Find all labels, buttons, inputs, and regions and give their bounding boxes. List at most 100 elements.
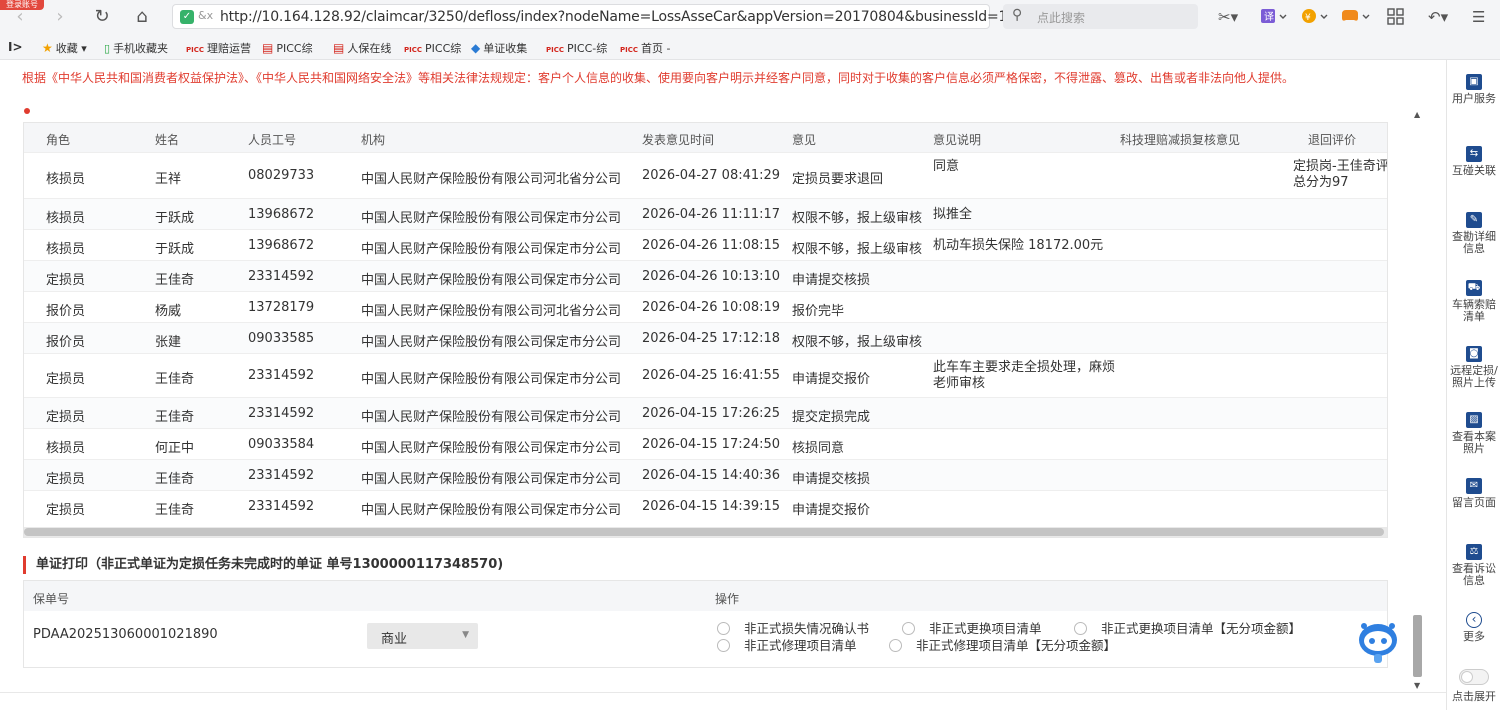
translate-icon[interactable]: 译: [1260, 6, 1290, 28]
cell-opinion: 权限不够，报上级审核: [792, 211, 923, 226]
cut-icon[interactable]: ✂▾: [1218, 6, 1238, 28]
horizontal-scrollbar[interactable]: [24, 527, 1387, 537]
cell-role: 核损员: [46, 441, 86, 456]
cell-opinion: 报价完毕: [792, 304, 845, 319]
scroll-thumb[interactable]: [24, 528, 1384, 536]
option-label: 非正式修理项目清单: [744, 638, 857, 653]
cell-desc: 同意: [933, 159, 960, 174]
camera-icon: ◙: [1466, 346, 1482, 362]
expand-toggle[interactable]: [1459, 669, 1489, 685]
col-action: 操作: [715, 592, 740, 606]
forward-icon[interactable]: ›: [48, 5, 72, 29]
cell-id: 23314592: [248, 468, 315, 483]
bookmark-6[interactable]: ◆ 单证收集: [471, 40, 527, 56]
radio-button[interactable]: [902, 622, 915, 635]
message-icon: ✉: [1466, 478, 1482, 494]
bookmark-8[interactable]: PICC 首页 -: [620, 40, 670, 56]
menu-icon[interactable]: ☰: [1472, 6, 1485, 28]
back-icon[interactable]: ‹: [8, 5, 32, 29]
more-icon: ‹: [1466, 612, 1482, 628]
side-item-label: 查看本案照片: [1452, 430, 1496, 455]
apps-grid-icon[interactable]: [1386, 6, 1406, 28]
bookmark-7[interactable]: PICC PICC-综: [546, 40, 607, 56]
side-item-collision-link[interactable]: ⇆ 互碰关联: [1447, 146, 1500, 177]
doc-icon: ▤: [262, 41, 274, 55]
security-shield-icon[interactable]: ✓: [180, 10, 194, 24]
cell-org: 中国人民财产保险股份有限公司保定市分公司: [361, 335, 622, 350]
search-box[interactable]: ⚲ 点此搜索: [1003, 4, 1198, 29]
scroll-thumb[interactable]: [1413, 615, 1422, 677]
radio-button[interactable]: [889, 639, 902, 652]
cell-name: 王佳奇: [155, 372, 195, 387]
table-row: 定损员 王佳奇 23314592 中国人民财产保险股份有限公司保定市分公司 2026-0…: [24, 353, 1387, 397]
radio-option[interactable]: 非正式修理项目清单【无分项金额】: [889, 635, 1116, 654]
cell-org: 中国人民财产保险股份有限公司保定市分公司: [361, 410, 622, 425]
side-item-label: 更多: [1463, 630, 1485, 643]
cell-role: 定损员: [46, 503, 86, 518]
bookmark-4[interactable]: ▤ 人保在线: [333, 40, 391, 56]
cell-org: 中国人民财产保险股份有限公司保定市分公司: [361, 242, 622, 257]
cell-id: 13728179: [248, 300, 315, 315]
url-text[interactable]: http://10.164.128.92/claimcar/3250/deflo…: [220, 9, 1007, 25]
cell-id: 09033584: [248, 437, 315, 452]
side-item-more[interactable]: ‹ 更多: [1447, 612, 1500, 643]
cell-time: 2026-04-26 11:08:15: [642, 238, 781, 253]
scroll-up-icon[interactable]: ▲: [1414, 110, 1420, 119]
bookmark-label: 首页 -: [641, 42, 671, 55]
cell-role: 核损员: [46, 242, 86, 257]
table-row: 定损员 王佳奇 23314592 中国人民财产保险股份有限公司保定市分公司 2026-0…: [24, 397, 1387, 428]
table-header: 保单号 操作: [24, 581, 1387, 611]
chevron-down-icon: ▼: [462, 630, 469, 640]
radio-button[interactable]: [1074, 622, 1087, 635]
side-item-user-service[interactable]: ▣ 用户服务: [1447, 74, 1500, 105]
home-icon[interactable]: ⌂: [130, 5, 154, 29]
svg-text:¥: ¥: [1305, 13, 1311, 23]
side-item-label: 查勘详细信息: [1452, 230, 1496, 255]
radio-button[interactable]: [717, 639, 730, 652]
vertical-scrollbar[interactable]: ▲ ▼: [1410, 110, 1425, 690]
cell-name: 于跃成: [155, 242, 195, 257]
cell-time: 2026-04-26 10:13:10: [642, 269, 781, 284]
radio-option[interactable]: 非正式修理项目清单: [717, 635, 857, 654]
bookmark-label: 收藏: [55, 42, 78, 55]
side-item-litigation[interactable]: ⚖ 查看诉讼信息: [1447, 544, 1500, 587]
section-marker: [24, 108, 30, 114]
side-item-remote-loss[interactable]: ◙ 远程定损/照片上传: [1447, 346, 1500, 389]
picc-logo-icon: PICC: [186, 46, 205, 54]
side-item-label: 远程定损/照片上传: [1450, 364, 1498, 389]
side-item-case-photos[interactable]: ▨ 查看本案照片: [1447, 412, 1500, 455]
cell-org: 中国人民财产保险股份有限公司保定市分公司: [361, 503, 622, 518]
coin-icon[interactable]: ¥: [1301, 6, 1331, 28]
robot-assistant-icon[interactable]: [1355, 618, 1401, 668]
bookmark-5[interactable]: PICC PICC综: [404, 40, 461, 56]
table-row: 核损员 于跃成 13968672 中国人民财产保险股份有限公司保定市分公司 2026-0…: [24, 198, 1387, 229]
cell-time: 2026-04-25 17:12:18: [642, 331, 781, 346]
radio-button[interactable]: [717, 622, 730, 635]
cell-name: 王佳奇: [155, 503, 195, 518]
undo-icon[interactable]: ↶▾: [1428, 6, 1448, 28]
bookmark-label: 手机收藏夹: [113, 42, 169, 55]
cell-eval: 定损岗-王佳奇评总分为97: [1293, 159, 1388, 190]
scroll-down-icon[interactable]: ▼: [1414, 681, 1420, 690]
sidebar-toggle-icon[interactable]: I>: [8, 40, 23, 54]
insecure-icon: &x: [198, 9, 214, 22]
bookmark-0[interactable]: ★ 收藏 ▾: [42, 40, 87, 56]
game-icon[interactable]: [1340, 6, 1372, 28]
doc-icon: ▤: [333, 41, 345, 55]
side-item-vehicle-claim-list[interactable]: ⛟ 车辆索赔清单: [1447, 280, 1500, 323]
side-item-survey-detail[interactable]: ✎ 查勘详细信息: [1447, 212, 1500, 255]
doc-print-title: 单证打印（非正式单证为定损任务未完成时的单证 单号130000011734857…: [23, 556, 503, 574]
cell-opinion: 申请提交核损: [792, 273, 871, 288]
table-row: 定损员 王佳奇 23314592 中国人民财产保险股份有限公司保定市分公司 2026-0…: [24, 260, 1387, 291]
bookmark-2[interactable]: PICC 理赔运营: [186, 40, 251, 56]
address-bar[interactable]: ✓ &x http://10.164.128.92/claimcar/3250/…: [172, 4, 1150, 29]
bookmark-1[interactable]: ▯ 手机收藏夹: [104, 40, 168, 56]
policy-type-select[interactable]: 商业 ▼: [367, 623, 478, 649]
reload-icon[interactable]: ↻: [90, 5, 114, 29]
side-item-message-page[interactable]: ✉ 留言页面: [1447, 478, 1500, 509]
option-label: 非正式损失情况确认书: [744, 621, 870, 636]
col-name: 姓名: [155, 133, 180, 147]
cell-desc: 此车车主要求走全损处理，麻烦老师审核: [933, 360, 1116, 391]
opinion-table: 角色 姓名 人员工号 机构 发表意见时间 意见 意见说明 科技理赔减损复核意见 …: [23, 122, 1388, 538]
bookmark-3[interactable]: ▤ PICC综: [262, 40, 313, 56]
